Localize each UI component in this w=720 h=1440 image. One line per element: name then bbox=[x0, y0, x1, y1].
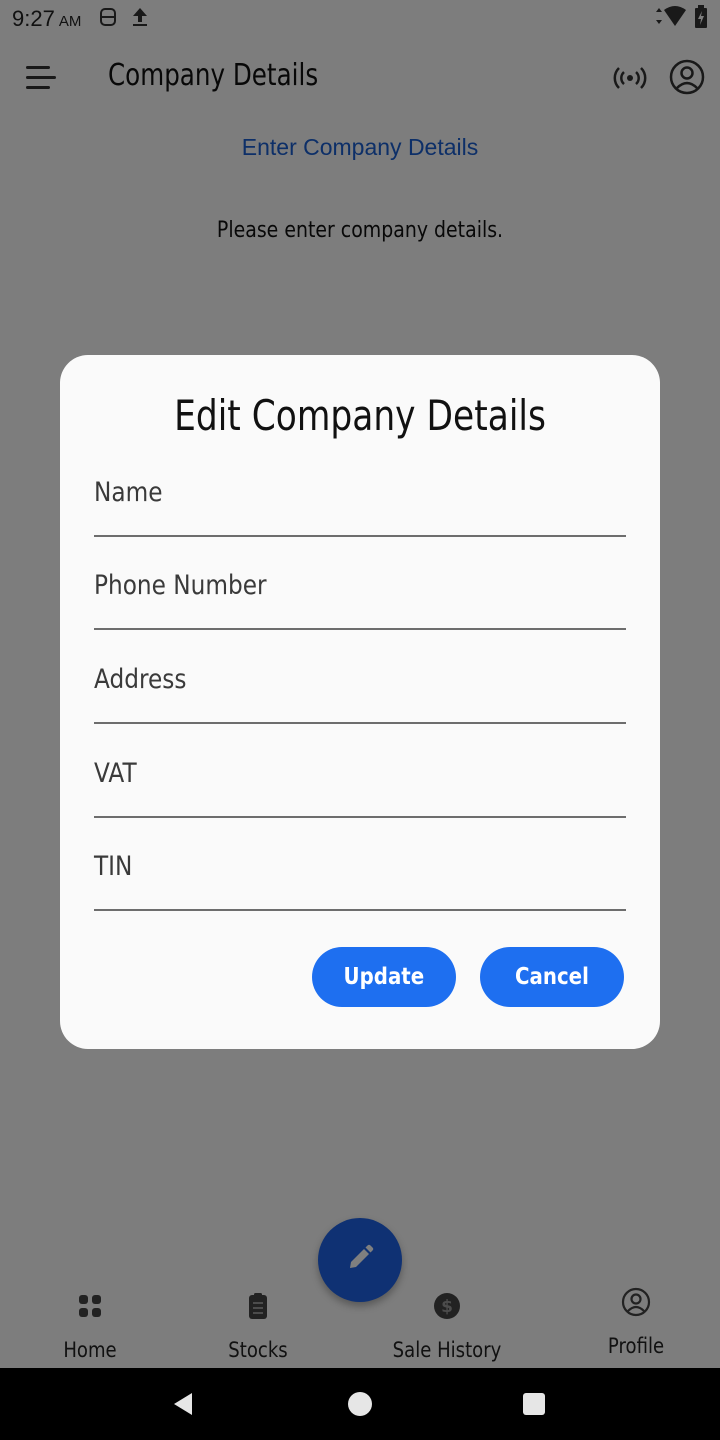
cancel-button[interactable]: Cancel bbox=[480, 947, 624, 1007]
name-field[interactable]: Name bbox=[94, 457, 626, 537]
name-input[interactable] bbox=[94, 475, 626, 519]
home-circle-icon[interactable] bbox=[348, 1392, 372, 1416]
back-icon[interactable] bbox=[170, 1390, 198, 1418]
tin-field[interactable]: TIN bbox=[94, 831, 626, 911]
phone-number-field[interactable]: Phone Number bbox=[94, 550, 626, 630]
phone-number-input[interactable] bbox=[94, 568, 626, 612]
update-button[interactable]: Update bbox=[312, 947, 456, 1007]
vat-input[interactable] bbox=[94, 756, 626, 800]
recents-square-icon[interactable] bbox=[523, 1393, 545, 1415]
dialog-title: Edit Company Details bbox=[174, 391, 546, 440]
system-nav-bar bbox=[0, 1368, 720, 1440]
address-input[interactable] bbox=[94, 662, 626, 706]
address-field[interactable]: Address bbox=[94, 644, 626, 724]
tin-input[interactable] bbox=[94, 849, 626, 893]
edit-company-dialog: Edit Company Details Name Phone Number A… bbox=[60, 355, 660, 1049]
vat-field[interactable]: VAT bbox=[94, 738, 626, 818]
